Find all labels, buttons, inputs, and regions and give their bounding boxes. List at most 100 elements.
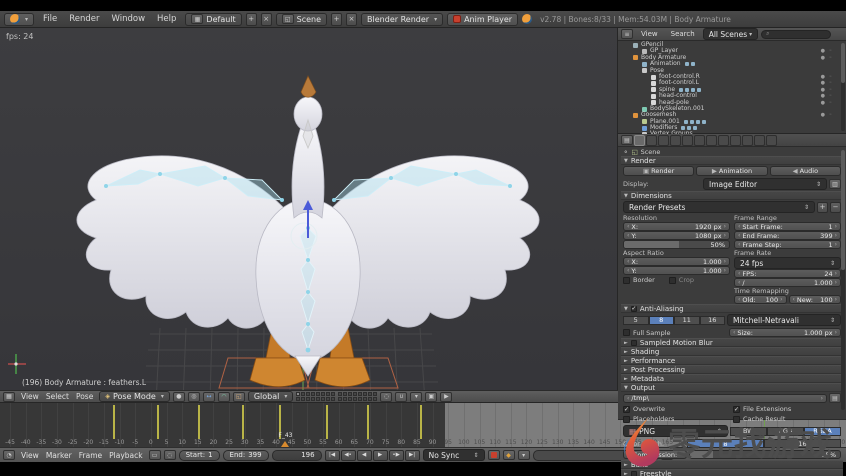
lock-time-button[interactable]: ◌ [164,450,176,460]
use-preview-range-button[interactable]: ▭ [149,450,161,460]
render-presets-select[interactable]: Render Presets⇕ [623,201,815,213]
tab-particles[interactable] [754,135,765,146]
resolution-percentage-slider[interactable]: 50% [623,240,730,249]
scene-layers-grid[interactable] [296,392,335,401]
full-sample-checkbox[interactable]: Full Sample [623,329,727,337]
translate-manipulator-button[interactable]: ↔ [203,392,215,402]
tab-texture[interactable] [742,135,753,146]
timeline-menu-playback[interactable]: Playback [106,451,145,460]
play-reverse-button[interactable]: ◀ [357,450,372,461]
outliner-search-menu[interactable]: Search [666,29,700,39]
editor-type-button[interactable]: ◔ [3,450,15,460]
current-frame-field[interactable]: 196 [272,450,322,461]
viewport-menu-pose[interactable]: Pose [73,392,96,401]
remap-old-field[interactable]: Old:100 [734,295,787,304]
scene-select[interactable]: ◱Scene [276,13,327,26]
keyframe-line[interactable] [157,405,159,439]
keyframe-line[interactable] [367,405,369,439]
remove-preset-button[interactable]: − [830,202,841,213]
panel-header-performance[interactable]: Performance [621,356,843,365]
start-frame-field[interactable]: Start Frame:1 [734,222,841,231]
render-engine-select[interactable]: Blender Render▾ [361,13,443,26]
panel-header-sampled-motion-blur[interactable]: Sampled Motion Blur [621,338,843,347]
jump-to-start-button[interactable]: |◀ [325,450,340,461]
resolution-y-field[interactable]: Y:1080 px [623,231,730,240]
render-opengl-button[interactable]: ▣ [425,392,437,402]
keyframe-line[interactable] [326,405,328,439]
panel-header-freestyle[interactable]: Freestyle [621,469,843,476]
aa-samples-16-button[interactable]: 16 [700,316,726,325]
blender-splash-icon[interactable] [522,14,532,24]
outliner-search-input[interactable]: ⌕ [761,30,831,39]
aspect-y-field[interactable]: Y:1.000 [623,266,730,275]
properties-scrollbar[interactable] [841,150,845,410]
tab-render[interactable] [634,135,645,146]
fps-field[interactable]: FPS:24 [734,269,841,278]
editor-type-button[interactable]: ▦ [3,392,15,402]
panel-header-dimensions[interactable]: Dimensions [621,191,843,200]
aa-size-field[interactable]: Size:1.000 px [729,328,841,337]
aa-checkbox[interactable] [631,306,637,312]
panel-header-shading[interactable]: Shading [621,347,843,356]
end-frame-field[interactable]: End Frame:399 [734,231,841,240]
timeline-start-field[interactable]: Start:1 [179,450,220,461]
sync-select[interactable]: No Sync⇕ [423,449,485,461]
keyframe-line[interactable] [242,405,244,439]
topbar-menu-render[interactable]: Render [64,13,104,25]
tab-modifiers[interactable] [706,135,717,146]
delete-scene-button[interactable]: × [346,13,357,26]
add-scene-button[interactable]: + [331,13,342,26]
tab-scene[interactable] [658,135,669,146]
pivot-point-button[interactable]: ◎ [188,392,200,402]
anim-player-button[interactable]: Anim Player [447,13,518,26]
keyframe-line[interactable] [113,405,115,439]
3d-viewport[interactable]: fps: 24 (196) Body Armature : feathers.L [0,28,618,390]
keyframe-line[interactable] [420,405,422,439]
render-animation-button[interactable]: ▶Animation [696,166,767,176]
resolution-x-field[interactable]: X:1920 px [623,222,730,231]
lock-icon[interactable]: ◌ [380,392,392,402]
panel-header-post-processing[interactable]: Post Processing [621,365,843,374]
render-audio-button[interactable]: ◀Audio [770,166,841,176]
timeline-menu-view[interactable]: View [18,451,42,460]
panel-header-metadata[interactable]: Metadata [621,374,843,383]
freestyle-checkbox[interactable] [631,471,637,476]
keying-set-key-icon[interactable]: ◆ [503,450,515,460]
scale-manipulator-button[interactable]: ◱ [233,392,245,402]
add-layout-button[interactable]: + [246,13,257,26]
tab-render-layers[interactable] [646,135,657,146]
keyframe-line[interactable] [198,405,200,439]
topbar-menu-file[interactable]: File [38,13,62,25]
overwrite-checkbox[interactable]: Overwrite [623,405,731,413]
viewport-canvas[interactable] [0,28,618,390]
rotate-manipulator-button[interactable]: ◠ [218,392,230,402]
swan-neck[interactable] [292,97,324,218]
tab-physics[interactable] [766,135,777,146]
display-select[interactable]: Image Editor⇕ [703,178,827,190]
tab-material[interactable] [730,135,741,146]
topbar-menu-help[interactable]: Help [152,13,181,25]
editor-type-button[interactable]: ▤ [621,135,633,145]
tab-object[interactable] [682,135,693,146]
panel-checkbox[interactable] [631,340,637,346]
output-path-field[interactable]: /tmp\ [623,394,827,403]
keying-options-select[interactable]: ▾ [518,450,530,460]
folder-icon[interactable]: ▤ [829,393,841,403]
prev-keyframe-button[interactable]: ◀• [341,450,356,461]
timeline-menu-marker[interactable]: Marker [43,451,75,460]
render-opengl-anim-button[interactable]: ▶ [440,392,452,402]
play-button[interactable]: ▶ [373,450,388,461]
tab-constraints[interactable] [694,135,705,146]
frame-step-field[interactable]: Frame Step:1 [734,240,841,249]
aspect-x-field[interactable]: X:1.000 [623,257,730,266]
viewport-menu-select[interactable]: Select [43,392,72,401]
aa-samples-8-button[interactable]: 8 [649,316,675,325]
aa-samples-5-button[interactable]: 5 [623,316,649,325]
outliner-view-menu[interactable]: View [636,29,663,39]
screen-layout-select[interactable]: ▦Default [185,13,241,26]
mode-select[interactable]: ◈Pose Mode▾ [99,391,170,402]
topbar-menu-window[interactable]: Window [107,13,151,25]
snap-element-select[interactable]: ▾ [410,392,422,402]
aa-samples-11-button[interactable]: 11 [674,316,700,325]
tab-data[interactable] [718,135,729,146]
